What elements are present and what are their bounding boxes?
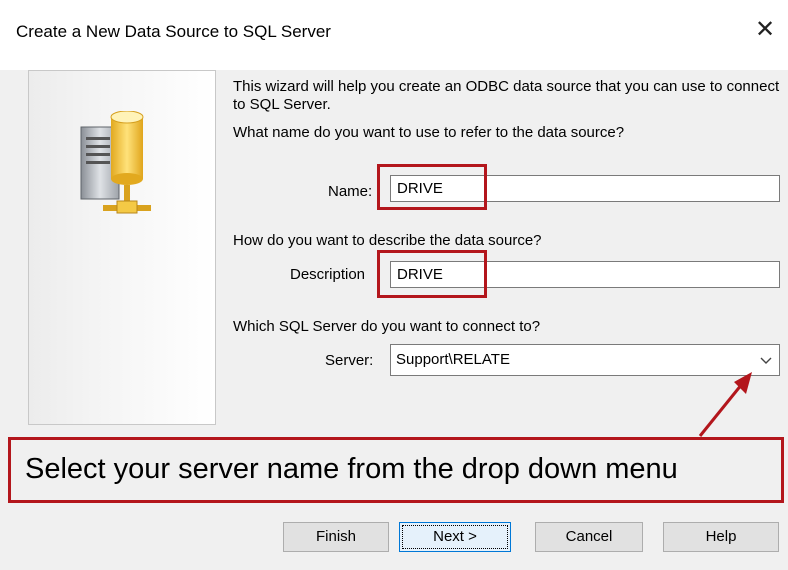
wizard-description: This wizard will help you create an ODBC… [233,78,780,113]
description-label: Description [290,266,366,283]
callout-text: Select your server name from the drop do… [25,453,678,485]
server-question: Which SQL Server do you want to connect … [233,318,541,335]
name-highlight-box [377,164,487,210]
annotation-callout: Select your server name from the drop do… [8,437,784,503]
title-bar: Create a New Data Source to SQL Server ✕ [0,0,788,70]
help-button[interactable]: Help [663,522,779,552]
server-selected-value: Support\RELATE [396,351,510,368]
dialog-window: Create a New Data Source to SQL Server ✕ [0,0,788,570]
intro-text: This wizard will help you create an ODBC… [233,78,781,142]
cancel-button[interactable]: Cancel [535,522,643,552]
server-label: Server: [325,352,374,369]
chevron-down-icon[interactable] [758,352,774,368]
finish-button[interactable]: Finish [283,522,389,552]
close-icon: ✕ [754,16,776,43]
description-highlight-box [377,250,487,298]
wizard-side-panel [28,70,216,425]
window-title: Create a New Data Source to SQL Server [16,22,331,41]
database-server-icon [80,111,151,214]
next-button[interactable]: Next > [399,522,511,552]
annotation-arrow [698,372,752,437]
name-label: Name: [328,183,373,200]
close-button[interactable]: ✕ [745,10,785,50]
description-question: How do you want to describe the data sou… [233,232,542,249]
name-question: What name do you want to use to refer to… [233,124,625,141]
focus-ring [402,525,508,549]
